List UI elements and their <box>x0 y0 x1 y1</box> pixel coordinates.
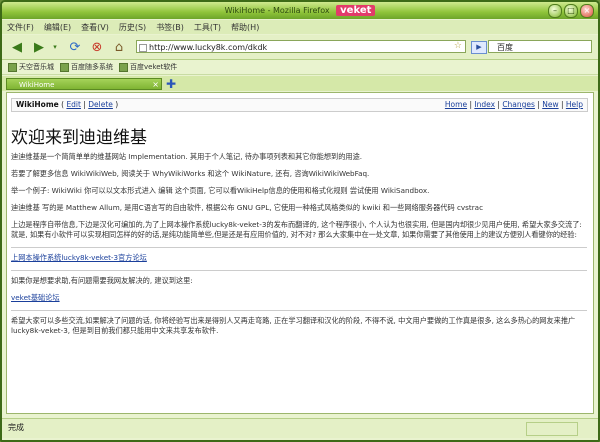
home-link[interactable]: Home <box>445 100 467 109</box>
status-panel <box>526 422 578 436</box>
forum-link[interactable]: 上网本操作系统lucky8k-veket-3官方论坛 <box>11 253 147 262</box>
paragraph: 举一个例子: WikiWiki 你可以以文本形式进入 编辑 这个页面, 它可以看… <box>11 186 430 195</box>
menu-bar: 文件(F) 编辑(E) 查看(V) 历史(S) 书签(B) 工具(T) 帮助(H… <box>2 20 598 34</box>
history-dropdown-icon[interactable]: ▾ <box>46 38 64 56</box>
help-link[interactable]: Help <box>566 100 583 109</box>
bookmarks-toolbar: 天空音乐城 百度随多系统 百度veket软件 <box>2 60 598 75</box>
minimize-icon[interactable]: – <box>548 4 562 18</box>
back-arrow-icon[interactable]: ◀ <box>8 38 26 56</box>
new-link[interactable]: New <box>542 100 558 109</box>
wiki-nav: Home | Index | Changes | New | Help <box>444 100 583 109</box>
go-icon[interactable]: ▶ <box>471 41 487 54</box>
tab-bar: WikiHome × ✚ <box>2 76 598 91</box>
divider <box>11 247 587 248</box>
home-icon[interactable]: ⌂ <box>110 38 128 56</box>
paragraph: 上边是程序自带信息,下边是汉化可编加的,为了上网本操作系统lucky8k-vek… <box>11 220 582 239</box>
bookmark-icon <box>60 62 69 72</box>
menu-help[interactable]: 帮助(H) <box>226 22 264 33</box>
stop-icon[interactable]: ⊗ <box>88 38 106 56</box>
paragraph: 若要了解更多信息 WikiWikiWeb, 阅读关于 WhyWikiWorks … <box>11 169 370 178</box>
title-bar: WikiHome - Mozilla Firefox veket – □ × <box>2 2 598 19</box>
divider <box>11 270 587 271</box>
url-text: http://www.lucky8k.com/dkdk <box>149 43 268 52</box>
menu-tools[interactable]: 工具(T) <box>189 22 226 33</box>
menu-view[interactable]: 查看(V) <box>76 22 114 33</box>
menu-history[interactable]: 历史(S) <box>114 22 151 33</box>
paragraph: 如果你是想要求助,有问题需要我网友解决的, 建议到这里: <box>11 276 193 285</box>
paragraph: 迪迪维基是一个简简单单的维基网站 Implementation. 其用于个人笔记… <box>11 152 363 161</box>
tab-label: WikiHome <box>19 81 55 89</box>
bookmark-item[interactable]: 百度veket软件 <box>119 62 177 72</box>
search-input[interactable]: 百度 <box>488 40 592 53</box>
tab-wikihome[interactable]: WikiHome × <box>6 78 162 90</box>
browser-window: WikiHome - Mozilla Firefox veket – □ × 文… <box>0 0 600 442</box>
bookmark-icon <box>119 62 128 72</box>
navigation-toolbar: ◀ ▶ ▾ ⟳ ⊗ ⌂ http://www.lucky8k.com/dkdk … <box>2 35 598 60</box>
delete-link[interactable]: Delete <box>88 100 113 109</box>
page-title: 欢迎来到迪迪维基 <box>11 128 147 148</box>
search-engine-label: 百度 <box>497 43 513 52</box>
maximize-icon[interactable]: □ <box>564 4 578 18</box>
edit-link[interactable]: Edit <box>66 100 81 109</box>
window-controls: – □ × <box>548 4 594 18</box>
address-bar[interactable]: http://www.lucky8k.com/dkdk ☆ <box>136 40 466 53</box>
wiki-body: 欢迎来到迪迪维基 迪迪维基是一个简简单单的维基网站 Implementation… <box>11 115 587 343</box>
menu-edit[interactable]: 编辑(E) <box>39 22 76 33</box>
window-title: WikiHome - Mozilla Firefox <box>224 6 330 15</box>
new-tab-icon[interactable]: ✚ <box>166 77 176 91</box>
bookmark-item[interactable]: 百度随多系统 <box>60 62 113 72</box>
status-text: 完成 <box>8 423 24 432</box>
index-link[interactable]: Index <box>474 100 495 109</box>
divider <box>11 310 587 311</box>
page-icon <box>139 44 147 52</box>
reload-icon[interactable]: ⟳ <box>66 38 84 56</box>
menu-file[interactable]: 文件(F) <box>2 22 39 33</box>
menu-bookmarks[interactable]: 书签(B) <box>151 22 189 33</box>
tab-close-icon[interactable]: × <box>152 79 159 91</box>
changes-link[interactable]: Changes <box>502 100 535 109</box>
brand-label: veket <box>336 5 376 16</box>
paragraph: 希望大家可以多些交流,如果解决了问题的话, 你将经验写出来是得别人又再走弯路, … <box>11 316 576 335</box>
status-bar: 完成 <box>2 418 598 438</box>
paragraph: 迪迪维基 写的是 Matthew Allum, 是用C语言写的自由软件, 根据公… <box>11 203 484 212</box>
veket-forum-link[interactable]: veket基础论坛 <box>11 293 60 302</box>
bookmark-icon <box>8 62 17 72</box>
page-content: WikiHome ( Edit | Delete ) Home | Index … <box>6 92 594 414</box>
wiki-page-name: WikiHome <box>16 100 59 109</box>
close-icon[interactable]: × <box>580 4 594 18</box>
bookmark-item[interactable]: 天空音乐城 <box>8 62 54 72</box>
star-icon[interactable]: ☆ <box>454 40 462 53</box>
wiki-header: WikiHome ( Edit | Delete ) Home | Index … <box>11 98 588 112</box>
